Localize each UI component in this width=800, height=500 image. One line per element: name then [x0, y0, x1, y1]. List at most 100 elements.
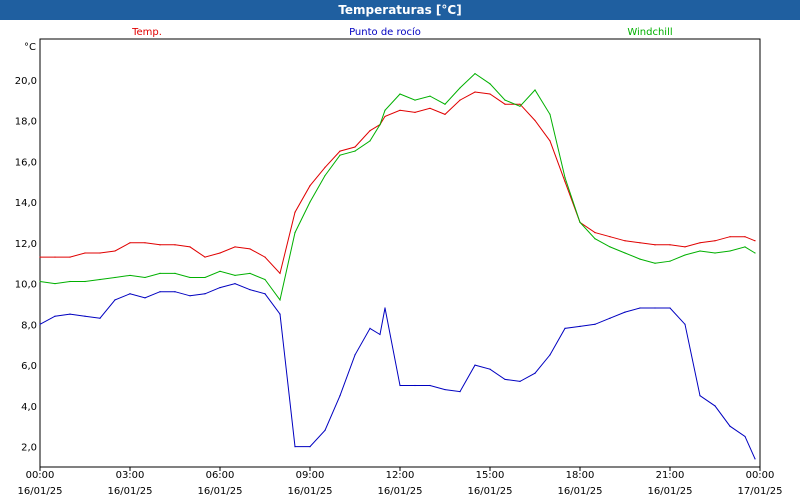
- data-point: [264, 256, 266, 258]
- data-point: [39, 280, 41, 283]
- data-point: [354, 146, 356, 148]
- data-point: [429, 384, 431, 387]
- data-point: [144, 276, 146, 279]
- x-tick-time: 06:00: [206, 470, 235, 481]
- x-tick-date: 16/01/25: [558, 486, 603, 497]
- data-point: [549, 354, 551, 356]
- data-point: [624, 240, 626, 242]
- data-point: [174, 291, 176, 293]
- data-point: [144, 297, 146, 299]
- temperature-chart: Temp. Punto de rocío Windchill 2,0 4,0 6,0 8,…: [15, 26, 783, 497]
- data-point: [99, 278, 101, 281]
- data-point: [714, 252, 716, 254]
- data-point: [234, 274, 236, 277]
- data-point: [324, 174, 326, 177]
- data-point: [219, 252, 221, 254]
- data-point: [429, 95, 431, 97]
- data-point: [414, 111, 416, 113]
- data-point: [669, 244, 671, 246]
- data-point: [444, 388, 446, 391]
- data-point: [144, 242, 146, 244]
- data-point: [534, 119, 536, 122]
- data-point: [39, 256, 41, 258]
- y-tick-label: 12,0: [15, 239, 37, 250]
- y-tick-label: 14,0: [15, 198, 37, 209]
- data-point: [579, 325, 581, 327]
- data-point: [114, 299, 116, 301]
- x-tick-time: 03:00: [116, 470, 145, 481]
- data-point: [684, 323, 686, 325]
- data-point: [534, 89, 536, 91]
- chart-title: Temperaturas [°C]: [0, 0, 800, 20]
- data-point: [594, 232, 596, 234]
- data-point: [564, 327, 566, 330]
- x-tick-date: 16/01/25: [468, 486, 513, 497]
- y-axis-label: °C: [24, 42, 36, 53]
- data-point: [129, 293, 131, 295]
- data-point: [489, 83, 491, 85]
- data-point: [384, 307, 386, 309]
- data-point: [489, 93, 491, 95]
- data-point: [369, 327, 371, 330]
- data-point: [754, 240, 756, 242]
- data-point: [684, 254, 686, 256]
- data-point: [84, 315, 86, 317]
- data-point: [234, 282, 236, 285]
- data-point: [579, 221, 581, 224]
- data-point: [159, 244, 161, 246]
- data-point: [564, 176, 566, 179]
- data-point: [219, 287, 221, 289]
- data-point: [189, 295, 191, 297]
- data-point: [729, 425, 731, 427]
- data-point: [189, 246, 191, 248]
- data-point: [54, 315, 56, 317]
- data-point: [699, 395, 701, 397]
- data-point: [129, 242, 131, 244]
- legend-entry: Temp.: [131, 27, 162, 38]
- x-tick-time: 18:00: [566, 470, 595, 481]
- data-point: [504, 103, 506, 105]
- data-point: [324, 166, 326, 168]
- data-point: [699, 242, 701, 244]
- data-point: [549, 113, 551, 116]
- data-point: [249, 248, 251, 250]
- data-point: [609, 317, 611, 319]
- y-tick-label: 6,0: [21, 361, 37, 372]
- data-point: [39, 323, 41, 325]
- data-point: [729, 236, 731, 238]
- x-tick-date: 16/01/25: [288, 486, 333, 497]
- x-tick-time: 00:00: [746, 470, 775, 481]
- legend-entry: Punto de rocío: [349, 26, 421, 38]
- data-point: [384, 115, 386, 118]
- data-point: [204, 293, 206, 295]
- data-point: [444, 103, 446, 105]
- data-point: [309, 185, 311, 187]
- x-tick-time: 09:00: [296, 470, 325, 481]
- data-point: [729, 250, 731, 252]
- data-point: [189, 276, 191, 279]
- data-point: [294, 232, 296, 234]
- x-tick-date: 16/01/25: [108, 486, 153, 497]
- data-point: [519, 103, 521, 105]
- data-point: [174, 272, 176, 274]
- data-point: [474, 91, 476, 93]
- data-point: [99, 252, 101, 254]
- data-point: [69, 280, 71, 283]
- data-point: [204, 276, 206, 279]
- data-point: [399, 384, 401, 387]
- data-point: [639, 258, 641, 260]
- legend-entry: Windchill: [627, 27, 672, 38]
- data-point: [669, 307, 671, 309]
- x-tick-time: 15:00: [476, 470, 505, 481]
- data-point: [379, 124, 381, 126]
- y-tick-label: 16,0: [15, 157, 37, 168]
- data-point: [624, 311, 626, 313]
- data-point: [564, 181, 566, 183]
- data-point: [279, 272, 281, 274]
- x-tick-date: 16/01/25: [198, 486, 243, 497]
- data-point: [474, 364, 476, 366]
- y-tick-label: 18,0: [15, 117, 37, 128]
- data-point: [504, 378, 506, 380]
- y-tick-label: 8,0: [21, 320, 37, 331]
- data-point: [309, 201, 311, 203]
